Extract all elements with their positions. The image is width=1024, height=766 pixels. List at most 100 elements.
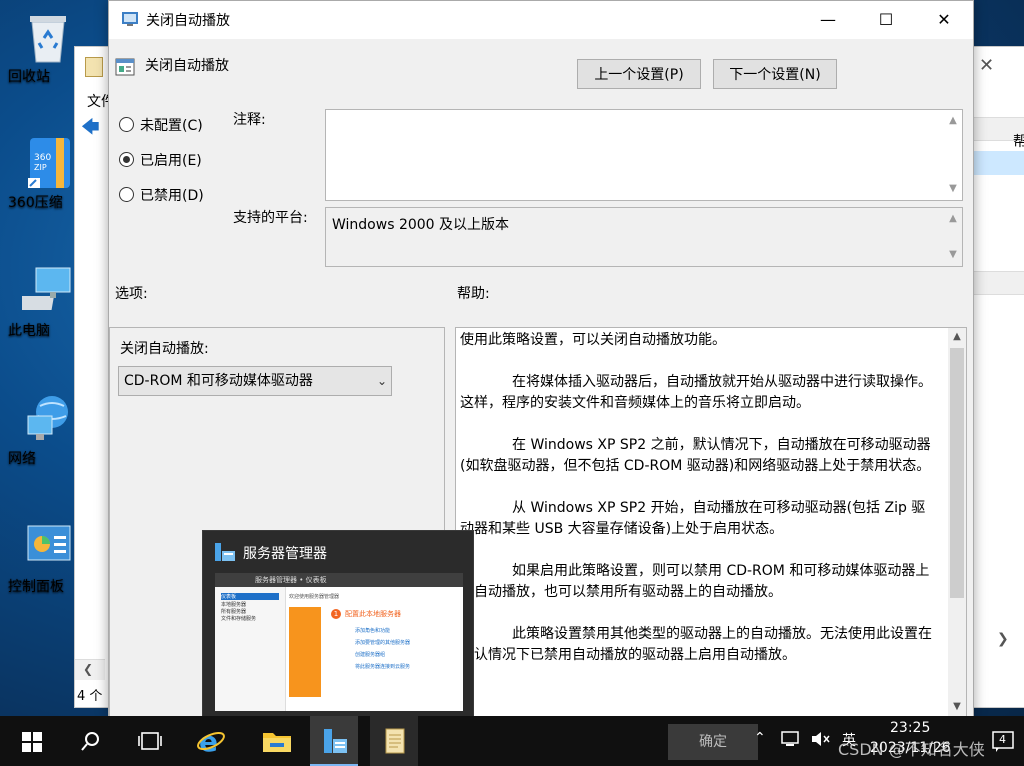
drive-type-select[interactable]: CD-ROM 和可移动媒体驱动器 ⌄ bbox=[118, 366, 392, 396]
options-label: 选项: bbox=[115, 286, 148, 302]
maximize-icon: ☐ bbox=[878, 10, 894, 29]
policy-icon bbox=[121, 11, 139, 27]
option-field-label: 关闭自动播放: bbox=[120, 341, 209, 357]
windows-logo-icon bbox=[22, 732, 42, 752]
preview-sidebar-item: 文件和存储服务 bbox=[221, 616, 257, 622]
radio-not-configured[interactable]: 未配置(C) bbox=[119, 115, 203, 135]
help-scrollbar[interactable]: ▲ ▼ bbox=[948, 328, 966, 716]
file-explorer-button[interactable] bbox=[252, 716, 300, 766]
window-title: 关闭自动播放 bbox=[146, 13, 230, 29]
desktop-icon-label: 网络 bbox=[8, 451, 36, 467]
radio-circle[interactable] bbox=[119, 187, 134, 202]
clock-time[interactable]: 23:25 bbox=[890, 720, 930, 736]
scroll-up-icon[interactable]: ▲ bbox=[948, 328, 966, 346]
preview-thumbnail: 服务器管理器 • 仪表板 仪表板 本地服务器 所有服务器 文件和存储服务 欢迎使… bbox=[215, 573, 463, 711]
select-value: CD-ROM 和可移动媒体驱动器 bbox=[124, 373, 313, 389]
preview-welcome-text: 配置此本地服务器 bbox=[345, 610, 401, 618]
server-manager-taskbar-button[interactable] bbox=[310, 716, 358, 766]
server-manager-icon bbox=[214, 541, 236, 563]
radio-label: 已禁用(D) bbox=[140, 188, 204, 204]
back-arrow-icon[interactable]: 🡄 bbox=[81, 119, 103, 137]
setting-icon bbox=[115, 57, 135, 77]
notification-center-button[interactable]: 4 bbox=[990, 730, 1016, 752]
preview-sidebar-item: 所有服务器 bbox=[221, 609, 247, 615]
internet-explorer-icon: e bbox=[197, 726, 225, 756]
search-button[interactable] bbox=[66, 716, 114, 766]
platform-field: Windows 2000 及以上版本 ▲ ▼ bbox=[325, 207, 963, 267]
start-button[interactable] bbox=[6, 716, 54, 766]
policy-editor-taskbar-button[interactable] bbox=[370, 716, 418, 766]
scroll-left-icon[interactable]: ❮ bbox=[83, 662, 93, 676]
preview-welcome-note: 欢迎使用服务器管理器 bbox=[289, 594, 340, 600]
ok-button[interactable]: 确定 bbox=[668, 724, 758, 760]
show-hidden-icons[interactable]: ⌃ bbox=[754, 730, 766, 746]
svg-text:ZIP: ZIP bbox=[34, 163, 47, 172]
radio-circle[interactable] bbox=[119, 117, 134, 132]
scroll-thumb[interactable] bbox=[950, 348, 964, 598]
volume-muted-icon[interactable] bbox=[810, 730, 832, 752]
search-icon bbox=[81, 732, 99, 751]
folder-icon bbox=[263, 733, 291, 752]
radio-label: 未配置(C) bbox=[140, 118, 203, 134]
desktop-icon-label: 回收站 bbox=[8, 69, 50, 85]
scroll-down-icon[interactable]: ▼ bbox=[948, 698, 966, 716]
document-icon bbox=[85, 57, 103, 77]
platform-label: 支持的平台: bbox=[233, 210, 308, 226]
desktop-icon-label: 360压缩 bbox=[8, 195, 63, 211]
scroll-up-icon[interactable]: ▲ bbox=[944, 112, 962, 130]
scroll-right-icon[interactable]: ❯ bbox=[997, 631, 1009, 647]
help-paragraph: 如果启用此策略设置，则可以禁用 CD-ROM 和可移动媒体驱动器上的自动播放，也… bbox=[460, 563, 930, 600]
network-icon bbox=[22, 390, 74, 442]
help-paragraph: 在将媒体插入驱动器后，自动播放就开始从驱动器中进行读取操作。这样，程序的安装文件… bbox=[460, 374, 932, 411]
computer-icon bbox=[17, 262, 74, 314]
setting-name: 关闭自动播放 bbox=[145, 58, 229, 74]
close-icon[interactable]: ✕ bbox=[979, 55, 994, 76]
desktop-icon-label: 控制面板 bbox=[8, 579, 64, 595]
maximize-button[interactable]: ☐ bbox=[857, 1, 915, 39]
help-paragraph: 从 Windows XP SP2 开始，自动播放在可移动驱动器(包括 Zip 驱… bbox=[460, 500, 926, 537]
help-panel: 使用此策略设置，可以关闭自动播放功能。 在将媒体插入驱动器后，自动播放就开始从驱… bbox=[455, 327, 967, 717]
task-view-button[interactable] bbox=[126, 716, 174, 766]
scroll-down-icon[interactable]: ▼ bbox=[944, 180, 962, 198]
horizontal-scrollbar[interactable]: ❮ bbox=[75, 659, 105, 680]
comment-scrollbar[interactable]: ▲ ▼ bbox=[944, 110, 962, 200]
next-setting-button[interactable]: 下一个设置(N) bbox=[713, 59, 837, 89]
taskbar-thumbnail-preview[interactable]: 服务器管理器 服务器管理器 • 仪表板 仪表板 本地服务器 所有服务器 文件和存… bbox=[202, 530, 474, 718]
status-text: 4 个 bbox=[77, 689, 103, 704]
preview-nav-bar bbox=[215, 573, 463, 587]
ie-button[interactable]: e bbox=[186, 716, 234, 766]
chevron-down-icon: ⌄ bbox=[376, 374, 387, 388]
platform-scrollbar[interactable]: ▲ ▼ bbox=[944, 208, 962, 266]
radio-circle-selected[interactable] bbox=[119, 152, 134, 167]
preview-link: 创建服务器组 bbox=[355, 652, 386, 658]
scroll-document-icon bbox=[385, 728, 405, 754]
notification-count: 4 bbox=[999, 733, 1006, 746]
radio-enabled[interactable]: 已启用(E) bbox=[119, 150, 202, 170]
preview-sidebar: 仪表板 本地服务器 所有服务器 文件和存储服务 bbox=[215, 587, 286, 711]
radio-disabled[interactable]: 已禁用(D) bbox=[119, 185, 204, 205]
help-text: 使用此策略设置，可以关闭自动播放功能。 在将媒体插入驱动器后，自动播放就开始从驱… bbox=[460, 330, 938, 687]
preview-link: 添加要管理的其他服务器 bbox=[355, 640, 411, 646]
preview-step-number: 1 bbox=[331, 609, 341, 619]
zip-archive-icon: 360 ZIP bbox=[22, 134, 74, 188]
network-tray-icon[interactable] bbox=[780, 730, 802, 752]
preview-sidebar-item: 仪表板 bbox=[221, 593, 279, 600]
close-icon: ✕ bbox=[937, 10, 951, 29]
comment-textarea[interactable]: ▲ ▼ bbox=[325, 109, 963, 201]
header-band bbox=[973, 271, 1024, 295]
minimize-button[interactable]: — bbox=[799, 1, 857, 39]
scroll-down-icon[interactable]: ▼ bbox=[944, 246, 962, 264]
close-button[interactable]: ✕ bbox=[915, 1, 973, 39]
preview-breadcrumb: 服务器管理器 • 仪表板 bbox=[255, 576, 327, 584]
preview-sidebar-item: 本地服务器 bbox=[221, 602, 247, 608]
selected-row[interactable] bbox=[973, 151, 1024, 175]
help-label: 帮助: bbox=[457, 286, 490, 302]
scroll-up-icon[interactable]: ▲ bbox=[944, 210, 962, 228]
previous-setting-button[interactable]: 上一个设置(P) bbox=[577, 59, 701, 89]
control-panel-icon bbox=[22, 518, 74, 570]
watermark-text: CSDN @不知名大侠 bbox=[838, 740, 985, 759]
help-paragraph: 使用此策略设置，可以关闭自动播放功能。 bbox=[460, 332, 726, 348]
title-bar: 关闭自动播放 — ☐ ✕ bbox=[109, 1, 973, 39]
server-manager-icon bbox=[324, 729, 347, 753]
preview-link: 添加角色和功能 bbox=[355, 628, 391, 634]
